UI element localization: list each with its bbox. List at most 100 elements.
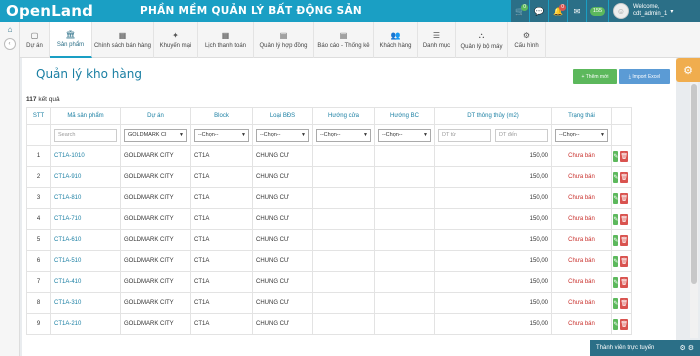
delete-button[interactable]: 🗑	[620, 276, 628, 288]
product-code-link[interactable]: CT1A-610	[50, 229, 121, 251]
column-header-code[interactable]: Mã sản phẩm	[50, 107, 121, 125]
delete-button[interactable]: 🗑	[620, 318, 628, 330]
column-header-status[interactable]: Trạng thái	[551, 107, 612, 125]
pencil-icon: ✎	[613, 195, 619, 202]
code-search-input[interactable]: Search	[54, 128, 117, 142]
edit-button[interactable]: ✎	[613, 318, 619, 330]
tab-label: Quản lý bộ máy	[460, 43, 503, 50]
tab-7[interactable]: 👥 Khách hàng	[374, 22, 418, 58]
row-project: GOLDMARK CITY	[120, 271, 191, 293]
column-header-area[interactable]: DT thông thủy (m2)	[434, 107, 552, 125]
edit-button[interactable]: ✎	[613, 192, 619, 204]
page-scrollbar[interactable]	[690, 82, 698, 338]
column-header-stt[interactable]: STT	[26, 107, 51, 125]
column-header-actions	[611, 107, 632, 125]
status-select[interactable]: --Chọn-- ▼	[555, 128, 608, 142]
edit-button[interactable]: ✎	[613, 255, 619, 267]
edit-button[interactable]: ✎	[613, 171, 619, 183]
table-header-row: STT Mã sản phẩm Dự án Block Loại BĐS Hướ…	[26, 107, 632, 125]
product-code-link[interactable]: CT1A-410	[50, 271, 121, 293]
product-code-link[interactable]: CT1A-210	[50, 313, 121, 335]
block-select[interactable]: --Chọn-- ▼	[194, 128, 249, 142]
row-balcony-direction	[374, 229, 435, 251]
product-code-link[interactable]: CT1A-510	[50, 250, 121, 272]
settings-side-button[interactable]: ⚙	[676, 58, 700, 82]
tab-1[interactable]: 🏛 Sản phẩm	[50, 22, 92, 58]
delete-button[interactable]: 🗑	[620, 213, 628, 225]
product-code-link[interactable]: CT1A-910	[50, 166, 121, 188]
delete-button[interactable]: 🗑	[620, 171, 628, 183]
gear-icon[interactable]: ⚙	[688, 345, 696, 352]
table-row: 1 CT1A-1010 GOLDMARK CITY CT1A CHUNG CƯ 150,0…	[26, 145, 632, 167]
row-block: CT1A	[190, 208, 253, 230]
welcome-text: Welcome,	[633, 4, 660, 10]
door-direction-select[interactable]: --Chọn-- ▼	[316, 128, 371, 142]
table-row: 5 CT1A-610 GOLDMARK CITY CT1A CHUNG CƯ 150,00…	[26, 229, 632, 251]
column-header-project[interactable]: Dự án	[120, 107, 191, 125]
product-code-link[interactable]: CT1A-810	[50, 187, 121, 209]
row-block: CT1A	[190, 271, 253, 293]
row-type: CHUNG CƯ	[252, 313, 313, 335]
sidebar-toggle-button[interactable]: ‹	[3, 38, 16, 50]
row-balcony-direction	[374, 271, 435, 293]
import-excel-button[interactable]: ⤓ Import Excel	[619, 69, 670, 84]
column-header-door-direction[interactable]: Hướng cửa	[312, 107, 375, 125]
row-area: 150,00	[434, 271, 552, 293]
area-from-input[interactable]: DT từ	[438, 128, 491, 142]
add-new-button[interactable]: + Thêm mới	[573, 69, 617, 84]
tab-10[interactable]: ⚙ Cấu hình	[508, 22, 546, 58]
tab-label: Dự án	[26, 43, 43, 49]
chat-button[interactable]: 💬	[529, 0, 548, 22]
trash-icon: 🗑	[620, 321, 628, 328]
delete-button[interactable]: 🗑	[620, 255, 628, 267]
table-row: 8 CT1A-310 GOLDMARK CITY CT1A CHUNG CƯ 150,00…	[26, 292, 632, 314]
tab-2[interactable]: ▦ Chính sách bán hàng	[92, 22, 154, 58]
main-nav-tabs: ▢ Dự án 🏛 Sản phẩm ▦ Chính sách bán hàng ✦ Khuy…	[20, 22, 700, 58]
row-actions: ✎ 🗑	[611, 271, 632, 293]
tab-3[interactable]: ✦ Khuyến mại	[154, 22, 198, 58]
tab-0[interactable]: ▢ Dự án	[20, 22, 50, 58]
product-code-link[interactable]: CT1A-1010	[50, 145, 121, 167]
home-icon[interactable]: ⌂	[0, 22, 20, 36]
tab-4[interactable]: ▦ Lịch thanh toán	[198, 22, 254, 58]
tab-5[interactable]: ▤ Quản lý hợp đồng	[254, 22, 314, 58]
edit-button[interactable]: ✎	[613, 213, 619, 225]
edit-button[interactable]: ✎	[613, 234, 619, 246]
user-menu[interactable]: ☺ Welcome, cdt_admin_1 ▾	[608, 0, 700, 22]
row-balcony-direction	[374, 250, 435, 272]
settings-icon[interactable]: ⚙	[679, 345, 687, 352]
app-logo[interactable]: OpenLand	[0, 0, 118, 22]
delete-button[interactable]: 🗑	[620, 297, 628, 309]
column-header-block[interactable]: Block	[190, 107, 253, 125]
online-members-bar[interactable]: Thành viên trực tuyến ⚙⚙	[590, 340, 700, 356]
product-code-link[interactable]: CT1A-710	[50, 208, 121, 230]
edit-button[interactable]: ✎	[613, 297, 619, 309]
row-project: GOLDMARK CITY	[120, 229, 191, 251]
row-door-direction	[312, 313, 375, 335]
delete-button[interactable]: 🗑	[620, 192, 628, 204]
project-select[interactable]: GOLDMARK CI ▼	[124, 128, 187, 142]
edit-button[interactable]: ✎	[613, 150, 619, 162]
counter-button[interactable]: 155	[586, 0, 608, 22]
notification-button[interactable]: 🔔 0	[548, 0, 567, 22]
tab-9[interactable]: ⛬ Quản lý bộ máy	[456, 22, 508, 58]
product-code-link[interactable]: CT1A-310	[50, 292, 121, 314]
row-stt: 8	[26, 292, 51, 314]
delete-button[interactable]: 🗑	[620, 234, 628, 246]
mail-button[interactable]: ✉	[567, 0, 586, 22]
edit-button[interactable]: ✎	[613, 276, 619, 288]
cart-button[interactable]: 🛒 0	[510, 0, 529, 22]
scrollbar-thumb[interactable]	[691, 84, 697, 284]
area-to-input[interactable]: DT đến	[495, 128, 548, 142]
trash-icon: 🗑	[620, 174, 628, 181]
tab-6[interactable]: ▤ Báo cáo - Thống kê	[314, 22, 374, 58]
type-select[interactable]: --Chọn-- ▼	[256, 128, 309, 142]
row-block: CT1A	[190, 187, 253, 209]
delete-button[interactable]: 🗑	[620, 150, 628, 162]
column-header-balcony-direction[interactable]: Hướng BC	[374, 107, 435, 125]
status-badge: Chưa bán	[551, 292, 612, 314]
balcony-direction-select[interactable]: --Chọn-- ▼	[378, 128, 431, 142]
balcony-select-value: --Chọn--	[382, 132, 403, 138]
tab-8[interactable]: ☰ Danh mục	[418, 22, 456, 58]
column-header-type[interactable]: Loại BĐS	[252, 107, 313, 125]
